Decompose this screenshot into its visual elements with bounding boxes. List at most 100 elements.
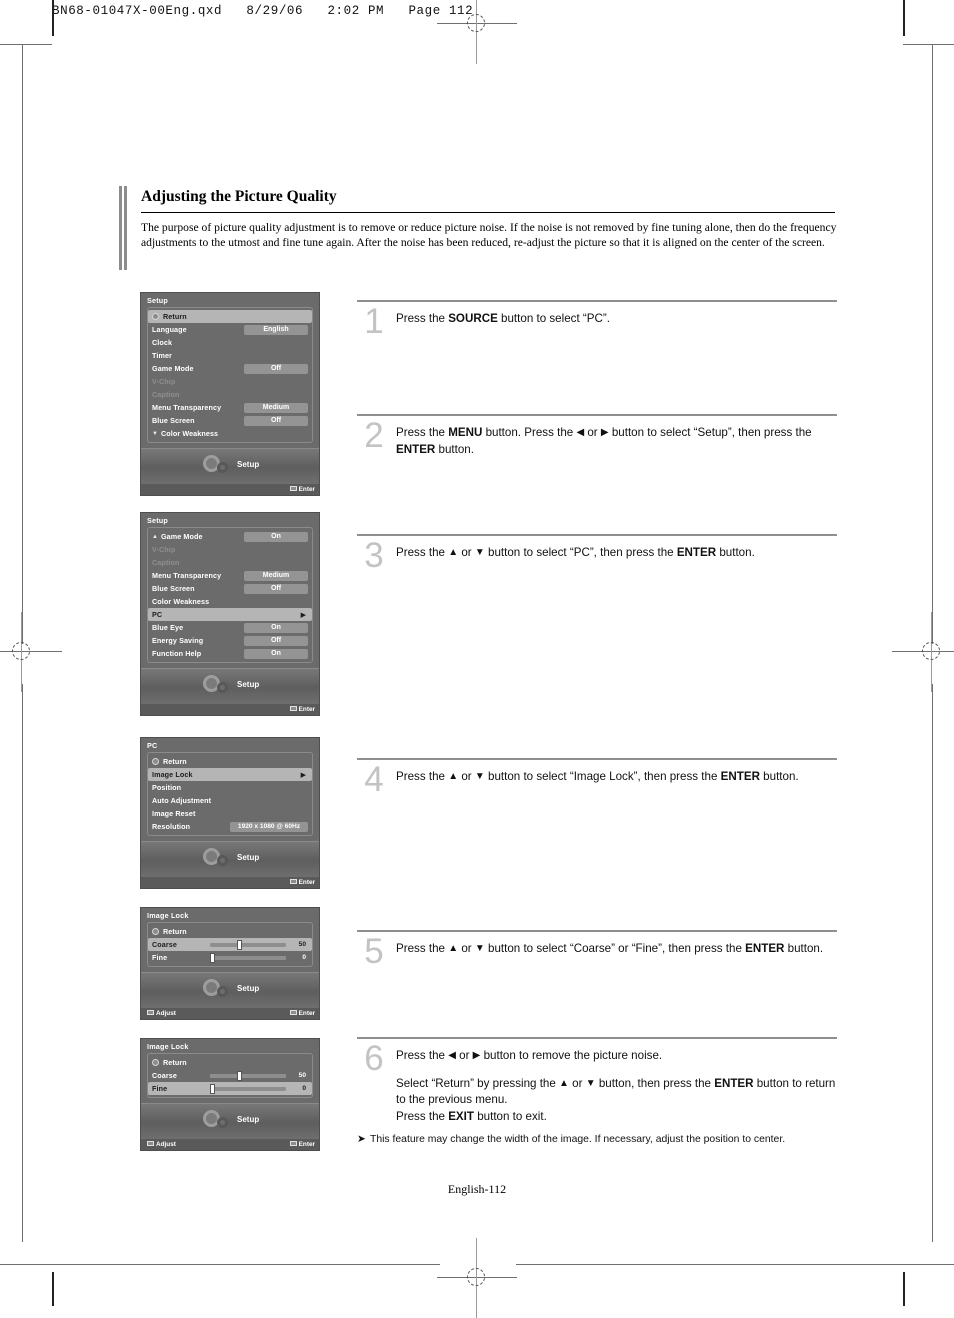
step-text-fragment: button. [435, 442, 474, 456]
osd-menu-item[interactable]: Return [148, 310, 312, 323]
crop-line-left [52, 0, 54, 36]
osd-menu-2: Setup ▲ Game Mode On V-Chip Caption Menu Trans… [140, 512, 320, 716]
osd-menu-item[interactable]: Return [148, 755, 312, 768]
osd-item-value[interactable]: Off [244, 415, 308, 426]
osd-menu-item[interactable]: Fine 0 [148, 951, 312, 964]
osd-item-value[interactable]: 1920 x 1080 @ 60Hz [230, 821, 308, 832]
step-text-fragment: or [458, 942, 475, 955]
osd-menu-item[interactable]: Menu Transparency Medium [148, 569, 312, 582]
osd-item-value[interactable]: Off [244, 583, 308, 594]
osd-title: Image Lock [147, 911, 189, 920]
caret-up-icon: ▲ [152, 533, 158, 540]
osd-menu-item[interactable]: Coarse 50 [148, 938, 312, 951]
osd-menu-item[interactable]: Blue Screen Off [148, 414, 312, 427]
osd-menu-item[interactable]: Function Help On [148, 647, 312, 660]
step-text-fragment: button. [784, 942, 824, 955]
osd-item-label: Game Mode [152, 364, 194, 373]
osd-menu-item[interactable]: Blue Screen Off [148, 582, 312, 595]
osd-item-label: Resolution [152, 822, 191, 831]
page-footer: English-112 [447, 1182, 507, 1196]
osd-slider-value: 50 [298, 1071, 306, 1079]
osd-item-value[interactable]: Medium [244, 570, 308, 581]
crop-line-bottom-left [52, 1272, 54, 1306]
osd-menu-item[interactable]: V-Chip [148, 543, 312, 556]
osd-menu-item[interactable]: PC ▶ [148, 608, 312, 621]
osd-footer-label: Setup [237, 460, 260, 469]
osd-menu-item[interactable]: Caption [148, 388, 312, 401]
frame-left-upper [22, 44, 23, 644]
osd-item-value[interactable]: On [244, 622, 308, 633]
gear-small-icon [217, 1117, 228, 1128]
osd-item-value[interactable]: Off [244, 635, 308, 646]
osd-slider-knob[interactable] [210, 1084, 215, 1094]
emphasis-text: ENTER [714, 1076, 754, 1090]
osd-menu-item[interactable]: Game Mode Off [148, 362, 312, 375]
emphasis-text: EXIT [448, 1109, 474, 1123]
osd-menu-item[interactable]: Position [148, 781, 312, 794]
osd-menu-item[interactable]: Resolution 1920 x 1080 @ 60Hz [148, 820, 312, 833]
osd-slider-track[interactable] [210, 1084, 286, 1094]
step-text-fragment: button to select “Setup”, then press the [608, 426, 812, 439]
osd-menu-item[interactable]: Image Reset [148, 807, 312, 820]
step-text-fragment: button to select “PC”, then press the [484, 546, 677, 559]
osd-menu-item[interactable]: Coarse 50 [148, 1069, 312, 1082]
emphasis-text: MENU [448, 426, 483, 439]
osd-menu-item[interactable]: Return [148, 1056, 312, 1069]
osd-menu-item[interactable]: Timer [148, 349, 312, 362]
osd-item-label: Position [152, 783, 182, 792]
step-text-fragment: Press the [396, 770, 449, 783]
osd-item-value[interactable]: On [244, 648, 308, 659]
osd-menu-item[interactable]: ▲ Game Mode On [148, 530, 312, 543]
direction-arrow-icon: ▲ [448, 547, 459, 558]
osd-menu-item[interactable]: Clock [148, 336, 312, 349]
osd-hint-bar: Enter [141, 483, 319, 495]
osd-item-label: Return [163, 312, 187, 321]
osd-item-label: Menu Transparency [152, 403, 222, 412]
osd-item-label: Image Reset [152, 809, 196, 818]
osd-menu-item[interactable]: Blue Eye On [148, 621, 312, 634]
return-icon [152, 928, 159, 935]
enter-hint-label: Enter [298, 705, 315, 713]
osd-menu-item[interactable]: Language English [148, 323, 312, 336]
osd-slider-knob[interactable] [236, 1071, 242, 1081]
osd-slider-track[interactable] [210, 953, 286, 963]
osd-item-list: Return Coarse 50 Fine 0 [147, 1053, 313, 1098]
osd-item-label: Energy Saving [152, 636, 204, 645]
osd-menu-item[interactable]: Color Weakness [148, 595, 312, 608]
osd-slider-track[interactable] [210, 1071, 286, 1081]
osd-menu-item[interactable]: Caption [148, 556, 312, 569]
osd-item-value[interactable]: Medium [244, 402, 308, 413]
step-text-fragment: or [458, 546, 475, 559]
osd-title: Setup [147, 516, 168, 525]
osd-menu-item[interactable]: Menu Transparency Medium [148, 401, 312, 414]
osd-menu-item[interactable]: V-Chip [148, 375, 312, 388]
osd-item-value[interactable]: English [244, 324, 308, 335]
osd-slider-knob[interactable] [236, 940, 242, 950]
osd-slider-knob[interactable] [210, 953, 215, 963]
osd-slider-track[interactable] [210, 940, 286, 950]
enter-key-icon [289, 705, 297, 711]
enter-hint-label: Enter [298, 1009, 315, 1017]
footnote-marker-icon: ➤ [357, 1134, 366, 1145]
direction-arrow-icon: ◀ [448, 1050, 456, 1061]
osd-item-label: Blue Eye [152, 623, 184, 632]
step-text-fragment: or [458, 770, 475, 783]
osd-item-value[interactable]: On [244, 531, 308, 542]
osd-menu-item[interactable]: Energy Saving Off [148, 634, 312, 647]
osd-menu-item[interactable]: ▼ Color Weakness [148, 427, 312, 440]
enter-hint: Enter [289, 1009, 315, 1017]
emphasis-text: ENTER [745, 942, 785, 955]
osd-menu-item[interactable]: Auto Adjustment [148, 794, 312, 807]
osd-menu-item[interactable]: Return [148, 925, 312, 938]
osd-menu-4: Image Lock Return Coarse 50 Fine 0 Setup Adjust… [140, 907, 320, 1020]
osd-item-value[interactable]: Off [244, 363, 308, 374]
step-text: Press the ▲ or ▼ button to select “PC”, … [396, 536, 837, 562]
osd-item-label: Color Weakness [160, 429, 219, 438]
osd-item-label: PC [152, 610, 163, 619]
osd-item-list: Return Language English Clock Timer Game Mode… [147, 307, 313, 443]
enter-key-icon [289, 878, 297, 884]
step-number: 4 [364, 760, 384, 799]
osd-menu-item[interactable]: Image Lock ▶ [148, 768, 312, 781]
step-1: 1 Press the SOURCE button to select “PC”. [357, 300, 837, 414]
osd-menu-item[interactable]: Fine 0 [148, 1082, 312, 1095]
